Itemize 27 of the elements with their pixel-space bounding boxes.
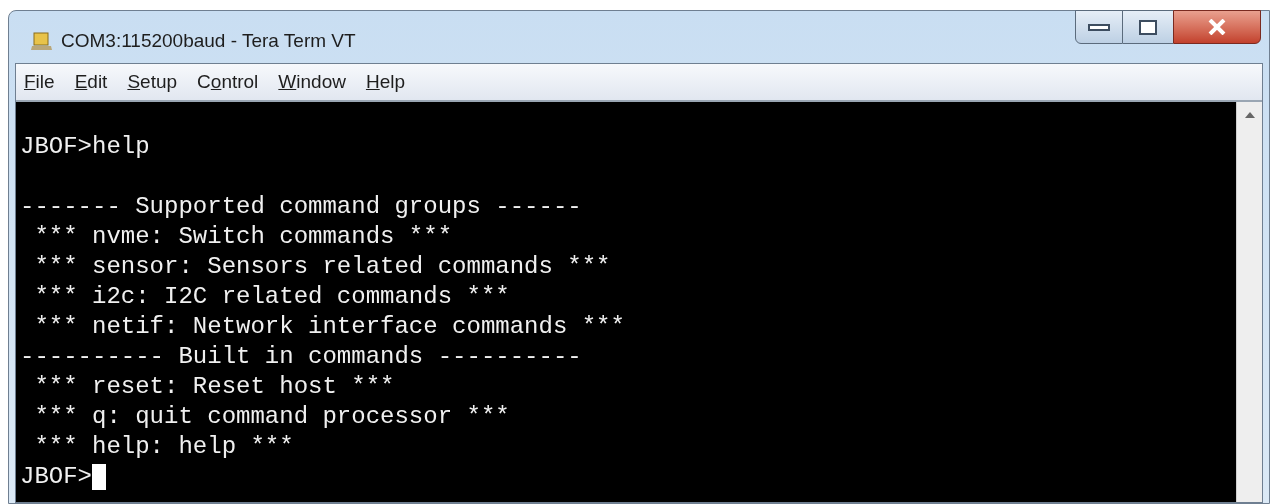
minimize-icon	[1088, 23, 1110, 31]
terminal-line: ---------- Built in commands ----------	[20, 342, 582, 372]
menu-item[interactable]: Setup	[127, 67, 178, 97]
menu-item[interactable]: Control	[197, 67, 259, 97]
maximize-icon	[1139, 19, 1157, 35]
terminal-line: *** netif: Network interface commands ***	[33, 312, 625, 342]
menu-item[interactable]: Window	[278, 67, 346, 97]
prompt-text: JBOF>	[20, 462, 92, 492]
terminal-line: *** help: help ***	[33, 432, 294, 462]
maximize-button[interactable]	[1123, 10, 1173, 44]
terminal-line: ------- Supported command groups ------	[20, 192, 582, 222]
terminal-line: *** reset: Reset host ***	[33, 372, 395, 402]
terminal-line: *** q: quit command processor ***	[33, 402, 510, 432]
menu-item[interactable]: Help	[365, 67, 406, 97]
terminal-line: *** sensor: Sensors related commands ***	[33, 252, 611, 282]
minimize-button[interactable]	[1075, 10, 1123, 44]
terminal-line: JBOF>help	[20, 132, 150, 162]
terminal-line: *** nvme: Switch commands ***	[33, 222, 453, 252]
scroll-up-arrow-icon	[1244, 112, 1255, 118]
terminal-app-icon	[31, 31, 53, 52]
window-title: COM3:115200baud - Tera Term VT	[61, 29, 356, 53]
vertical-scrollbar[interactable]	[1236, 102, 1262, 502]
close-icon	[1208, 19, 1226, 35]
terminal-line: *** i2c: I2C related commands ***	[33, 282, 510, 312]
menu-item[interactable]: File	[24, 67, 55, 97]
close-button[interactable]	[1173, 10, 1261, 44]
menu-item[interactable]: Edit	[74, 67, 108, 97]
